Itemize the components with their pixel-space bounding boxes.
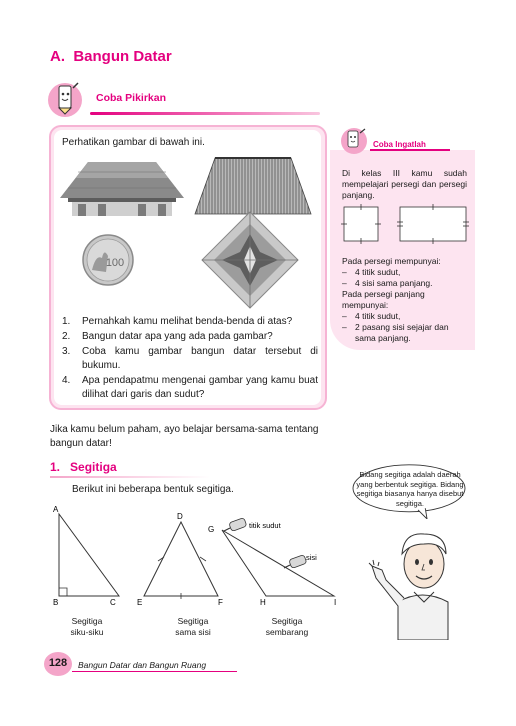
vertex-label-C: C	[110, 598, 116, 607]
caption-line: Segitiga	[271, 616, 303, 626]
subsection-number: 1.	[50, 460, 61, 474]
list-item: –2 pasang sisi sejajar dan sama panjang.	[342, 322, 467, 344]
titik-sudut-label: titik sudut	[249, 521, 282, 530]
boy-character-illustration	[368, 533, 449, 640]
section-letter: A.	[50, 48, 65, 65]
caption-line: Segitiga	[177, 616, 209, 626]
pointing-hand-icon	[223, 518, 247, 532]
coin-image: 100	[82, 234, 134, 286]
vertex-label-D: D	[177, 512, 183, 521]
sisi-label: sisi	[306, 553, 317, 562]
list-text: 4 titik sudut,	[355, 311, 401, 321]
subsection-title: 1. Segitiga	[50, 460, 117, 474]
question-text: Pernahkah kamu melihat benda-benda di at…	[82, 316, 293, 327]
question-item: 4. Apa pendapatmu mengenai gambar yang ka…	[62, 374, 318, 402]
vertex-label-G: G	[208, 525, 214, 534]
persegi-title: Pada persegi mempunyai:	[342, 256, 441, 266]
thinking-pencil-icon	[48, 82, 82, 117]
question-number: 4.	[62, 375, 71, 386]
coba-pikirkan-label: Coba Pikirkan	[96, 92, 167, 104]
square-rectangle-figures	[341, 204, 469, 244]
coin-value: 100	[106, 257, 124, 269]
section-title-text: Bangun Datar	[73, 48, 172, 65]
activity-intro: Perhatikan gambar di bawah ini.	[62, 137, 205, 148]
subsection-title-text: Segitiga	[70, 460, 117, 474]
vertex-label-E: E	[137, 598, 142, 607]
question-text: Apa pendapatmu mengenai gambar yang kamu…	[82, 375, 318, 400]
question-item: 3. Coba kamu gambar bangun datar tersebut…	[62, 345, 318, 373]
question-text: Coba kamu gambar bangun datar tersebut d…	[82, 346, 318, 371]
section-title: A. Bangun Datar	[50, 48, 172, 65]
question-number: 1.	[62, 316, 71, 327]
caption-equilateral-triangle: Segitiga sama sisi	[153, 616, 233, 638]
vertex-label-A: A	[53, 505, 59, 514]
footer-underline	[72, 671, 237, 672]
question-number: 2.	[62, 331, 71, 342]
list-item: –4 sisi sama panjang.	[342, 278, 467, 289]
reminder-character-icon	[341, 128, 367, 154]
list-text: 4 titik sudut,	[355, 267, 401, 277]
question-number: 3.	[62, 346, 71, 357]
pp-title: Pada persegi panjang mempunyai:	[342, 289, 425, 310]
transition-paragraph: Jika kamu belum paham, ayo belajar bersa…	[50, 424, 319, 449]
dash: –	[342, 267, 347, 277]
roof-image	[60, 162, 184, 216]
caption-scalene-triangle: Segitiga sembarang	[247, 616, 327, 638]
page-number: 128	[48, 657, 68, 669]
persegi-section: Pada persegi mempunyai: –4 titik sudut, …	[342, 256, 467, 289]
pointing-hand-icon	[283, 555, 307, 569]
dash: –	[342, 278, 347, 288]
vertex-label-F: F	[218, 598, 223, 607]
list-text: 4 sisi sama panjang.	[355, 278, 433, 288]
caption-line: sama sisi	[175, 627, 211, 637]
dash: –	[342, 311, 347, 321]
list-item: –4 titik sudut,	[342, 311, 467, 322]
caption-line: Segitiga	[71, 616, 103, 626]
footer-title: Bangun Datar dan Bangun Ruang	[78, 660, 207, 670]
question-list: 1. Pernahkah kamu melihat benda-benda di …	[62, 315, 318, 403]
question-item: 2. Bangun datar apa yang ada pada gambar?	[62, 330, 318, 344]
reminder-underline	[370, 149, 450, 151]
caption-line: siku-siku	[70, 627, 104, 637]
vertex-label-I: I	[334, 598, 336, 607]
heading-underline	[90, 112, 320, 115]
vertex-label-H: H	[260, 598, 266, 607]
speech-bubble-text: Bidang segitiga adalah daerah yang berbe…	[356, 470, 464, 508]
thatched-roof-image	[194, 157, 312, 215]
dash: –	[342, 322, 347, 332]
vertex-label-B: B	[53, 598, 58, 607]
list-item: –4 titik sudut,	[342, 267, 467, 278]
subsection-underline	[50, 476, 210, 478]
reminder-intro: Di kelas III kamu sudah mempelajari pers…	[342, 168, 467, 200]
caption-line: sembarang	[265, 627, 309, 637]
coba-ingatlah-label: Coba Ingatlah	[373, 140, 426, 149]
persegi-panjang-section: Pada persegi panjang mempunyai: –4 titik…	[342, 289, 467, 344]
caption-right-triangle: Segitiga siku-siku	[47, 616, 127, 638]
list-text: 2 pasang sisi sejajar dan sama panjang.	[355, 322, 449, 343]
question-text: Bangun datar apa yang ada pada gambar?	[82, 331, 273, 342]
kite-image	[201, 211, 299, 309]
question-item: 1. Pernahkah kamu melihat benda-benda di …	[62, 315, 318, 329]
triangle-intro: Berikut ini beberapa bentuk segitiga.	[72, 484, 234, 495]
triangles-figure: A B C D E F G H I titik sudut sisi	[53, 505, 336, 607]
